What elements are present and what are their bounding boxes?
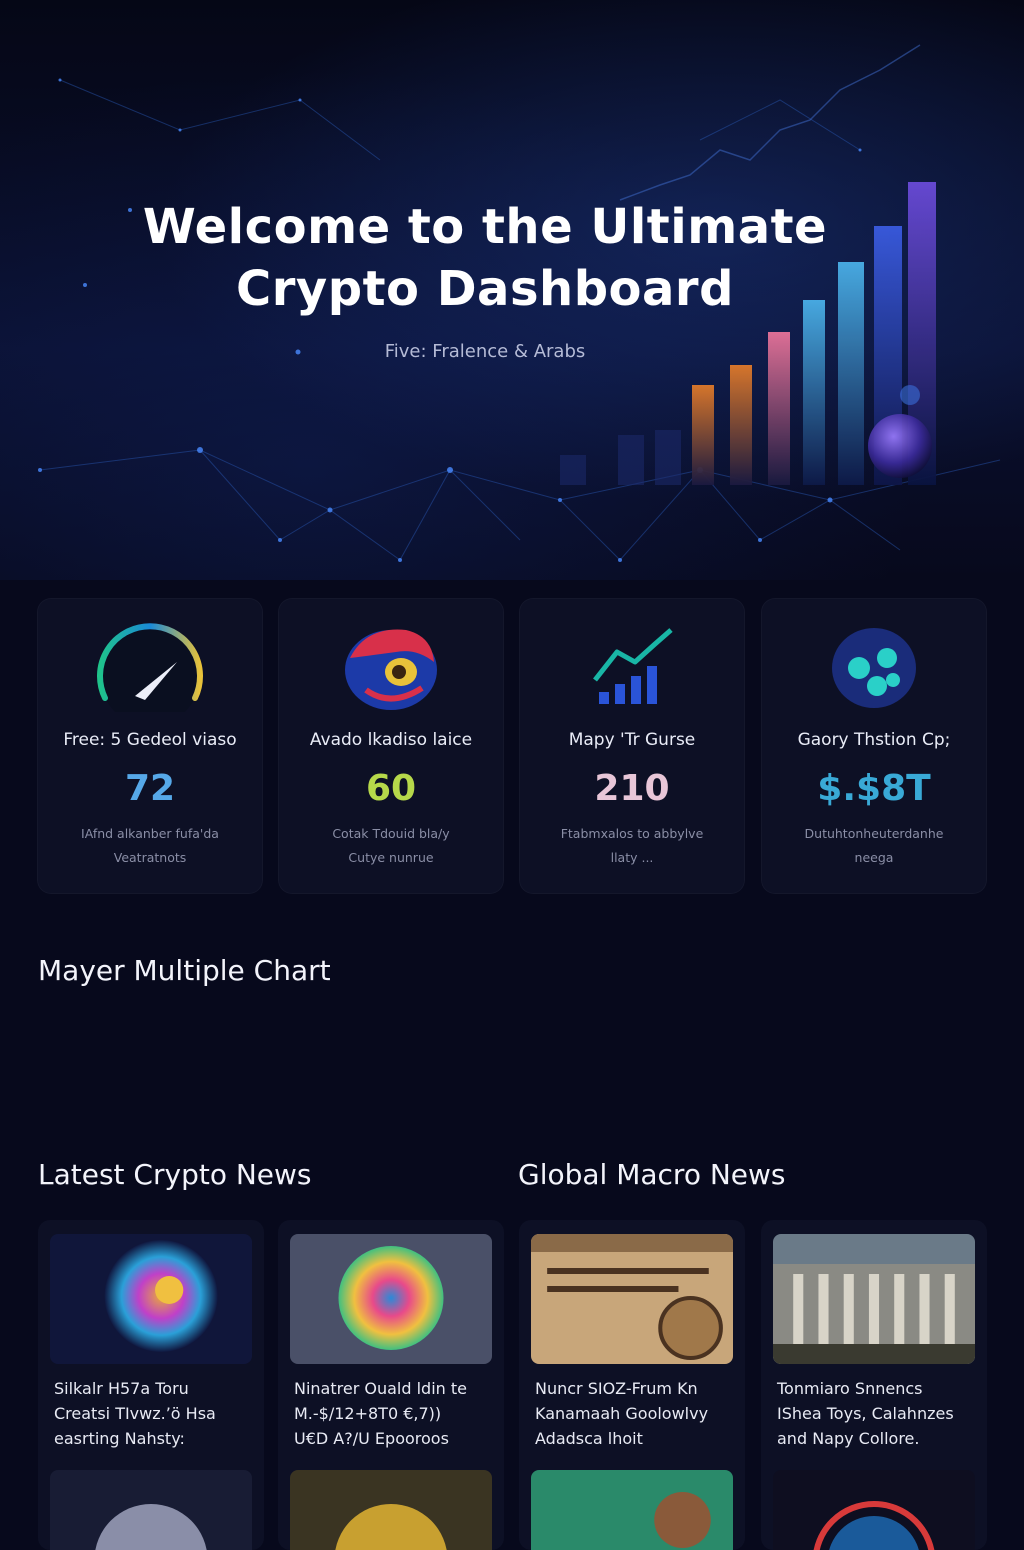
news-line: and Napy Collore. — [777, 1429, 920, 1448]
news-line: M.-$/12+8T0 €,7)) — [294, 1404, 442, 1423]
stat-card-4[interactable]: Gaory Thstion Cp; $.$8T Dutuhtonheuterda… — [761, 598, 987, 894]
stat-desc-line2: neega — [854, 850, 894, 865]
news-headline: Tonmiaro Snnencs IShea Toys, Calahnzes a… — [777, 1376, 975, 1451]
stat-card-3[interactable]: Mapy 'Tr Gurse 210 Ftabmxalos to abbylve… — [519, 598, 745, 894]
news-line: U€D A?/U Epooroos — [294, 1429, 449, 1448]
macro-news-card-2[interactable]: Tonmiaro Snnencs IShea Toys, Calahnzes a… — [761, 1220, 987, 1550]
stat-value: 72 — [124, 768, 176, 809]
hero-title: Welcome to the Ultimate Crypto Dashboard — [0, 196, 970, 320]
stat-desc-line2: Cutye nunrue — [348, 850, 434, 865]
news-line: Nuncr SIOZ-Frum Kn — [535, 1379, 698, 1398]
stat-value: 210 — [594, 768, 670, 809]
stat-label: Free: 5 Gedeol viaso — [63, 730, 237, 750]
stat-description: Ftabmxalos to abbylve llaty ... — [539, 822, 725, 870]
news-headline: Ninatrer Ouald ldin te M.-$/12+8T0 €,7))… — [294, 1376, 492, 1451]
rainbow-coin-image — [290, 1234, 492, 1364]
stat-description: Cotak Tdouid bla∕y Cutye nunrue — [298, 822, 484, 870]
coin-thumbnail — [50, 1470, 252, 1550]
news-line: Tonmiaro Snnencs — [777, 1379, 923, 1398]
stat-label: Mapy 'Tr Gurse — [568, 730, 696, 750]
crypto-news-card-1[interactable]: Silkalr H57a Toru Creatsi TIvwz.’ö Hsa e… — [38, 1220, 264, 1550]
gold-coin-thumbnail — [290, 1470, 492, 1550]
news-line: Ninatrer Ouald ldin te — [294, 1379, 467, 1398]
stat-label: Avado lkadiso laice — [309, 730, 473, 750]
gauge-icon — [37, 618, 263, 712]
stat-value: $.$8T — [817, 768, 931, 809]
stat-desc-line2: Veatratnots — [113, 850, 187, 865]
mayer-chart-area — [38, 1000, 986, 1130]
stat-label: Gaory Thstion Cp; — [797, 730, 951, 750]
hero-title-line2: Crypto Dashboard — [236, 261, 734, 317]
macro-news-title: Global Macro News — [518, 1158, 786, 1191]
news-headline: Nuncr SIOZ-Frum Kn Kanamaah Goolowlvy Ad… — [535, 1376, 733, 1451]
crypto-news-card-2[interactable]: Ninatrer Ouald ldin te M.-$/12+8T0 €,7))… — [278, 1220, 504, 1550]
stat-desc-line1: Cotak Tdouid bla∕y — [332, 826, 450, 841]
news-line: Silkalr H57a Toru — [54, 1379, 189, 1398]
trend-chart-icon — [519, 618, 745, 712]
hero-banner: Welcome to the Ultimate Crypto Dashboard… — [0, 0, 1024, 580]
stat-card-1[interactable]: Free: 5 Gedeol viaso 72 IAfnd alkanber f… — [37, 598, 263, 894]
bank-building-image — [773, 1234, 975, 1364]
stat-description: Dutuhtonheuterdanhe neega — [781, 822, 967, 870]
stat-desc-line1: IAfnd alkanber fufa'da — [81, 826, 219, 841]
crypto-news-title: Latest Crypto News — [38, 1158, 312, 1191]
stat-description: IAfnd alkanber fufa'da Veatratnots — [57, 822, 243, 870]
stat-value: 60 — [365, 768, 417, 809]
news-line: easrting Nahsty: — [54, 1429, 185, 1448]
ring-coin-thumbnail — [773, 1470, 975, 1550]
news-headline: Silkalr H57a Toru Creatsi TIvwz.’ö Hsa e… — [54, 1376, 252, 1451]
news-line: Adadsca lhoit — [535, 1429, 643, 1448]
orb-cluster-icon — [761, 618, 987, 712]
hero-title-line1: Welcome to the Ultimate — [142, 199, 828, 255]
fish-coin-icon — [278, 618, 504, 712]
parchment-coin-image — [531, 1234, 733, 1364]
stat-desc-line1: Ftabmxalos to abbylve — [560, 826, 704, 841]
stat-desc-line1: Dutuhtonheuterdanhe — [804, 826, 944, 841]
hero-subtitle: Five: Fralence & Arabs — [384, 341, 586, 362]
swirl-coin-image — [50, 1234, 252, 1364]
news-line: Creatsi TIvwz.’ö Hsa — [54, 1404, 216, 1423]
macro-news-card-1[interactable]: Nuncr SIOZ-Frum Kn Kanamaah Goolowlvy Ad… — [519, 1220, 745, 1550]
mayer-chart-title: Mayer Multiple Chart — [38, 954, 331, 987]
stat-desc-line2: llaty ... — [610, 850, 654, 865]
stat-card-2[interactable]: Avado lkadiso laice 60 Cotak Tdouid bla∕… — [278, 598, 504, 894]
news-line: IShea Toys, Calahnzes — [777, 1404, 954, 1423]
portrait-thumbnail — [531, 1470, 733, 1550]
news-line: Kanamaah Goolowlvy — [535, 1404, 709, 1423]
